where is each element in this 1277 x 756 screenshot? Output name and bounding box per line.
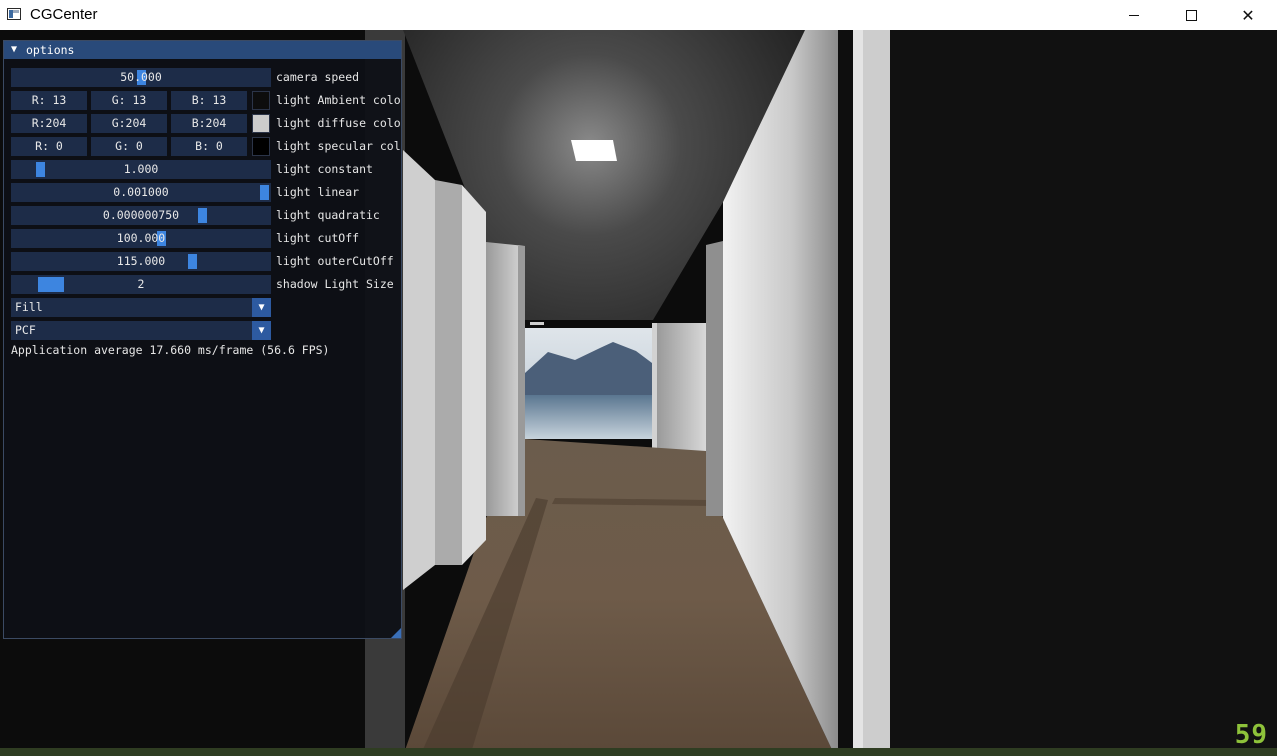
specular-r-field[interactable]: R: 0 (11, 137, 87, 156)
polygon-mode-dropdown[interactable]: Fill ▼ (11, 298, 271, 317)
light-constant-label: light constant (276, 162, 373, 176)
shadow-light-size-slider[interactable]: 2 (11, 275, 271, 294)
ambient-b-field[interactable]: B: 13 (171, 91, 247, 110)
shadow-mode-dropdown[interactable]: PCF ▼ (11, 321, 271, 340)
specular-b-field[interactable]: B: 0 (171, 137, 247, 156)
diffuse-color-label: light diffuse colo (276, 116, 400, 130)
frame-stats-text: Application average 17.660 ms/frame (56.… (11, 343, 330, 357)
fps-counter: 59 (1234, 720, 1268, 750)
maximize-button[interactable] (1162, 0, 1220, 30)
diffuse-color-swatch[interactable] (252, 114, 270, 133)
close-icon: ✕ (1241, 5, 1255, 25)
panel-title: options (26, 43, 75, 57)
panel-header[interactable]: ▼ options (4, 41, 401, 59)
slider-value: 0.000000750 (102, 208, 180, 222)
slider-value: 100.000 (116, 231, 166, 245)
specular-color-label: light specular col (276, 139, 400, 153)
minimize-icon (1129, 14, 1139, 16)
dropdown-value: PCF (15, 323, 36, 337)
light-constant-slider[interactable]: 1.000 (11, 160, 271, 179)
light-linear-label: light linear (276, 185, 360, 199)
light-quadratic-slider[interactable]: 0.000000750 (11, 206, 271, 225)
camera-speed-label: camera speed (276, 70, 360, 84)
light-cutoff-label: light cutOff (276, 231, 360, 245)
app-icon (7, 8, 21, 20)
ambient-color-swatch[interactable] (252, 91, 270, 110)
slider-value: 2 (137, 277, 145, 291)
title-bar: CGCenter ✕ (0, 0, 1277, 30)
slider-value: 0.001000 (113, 185, 169, 199)
dropdown-arrow-icon[interactable]: ▼ (252, 321, 271, 340)
slider-value: 115.000 (116, 254, 166, 268)
collapse-arrow-icon[interactable]: ▼ (11, 44, 17, 55)
specular-color-swatch[interactable] (252, 137, 270, 156)
diffuse-g-field[interactable]: G:204 (91, 114, 167, 133)
dropdown-arrow-icon[interactable]: ▼ (252, 298, 271, 317)
ambient-r-field[interactable]: R: 13 (11, 91, 87, 110)
light-quadratic-label: light quadratic (276, 208, 380, 222)
ambient-g-field[interactable]: G: 13 (91, 91, 167, 110)
close-button[interactable]: ✕ (1219, 0, 1277, 30)
light-cutoff-slider[interactable]: 100.000 (11, 229, 271, 248)
maximize-icon (1185, 9, 1197, 21)
light-linear-slider[interactable]: 0.001000 (11, 183, 271, 202)
window-title: CGCenter (30, 6, 98, 23)
dropdown-value: Fill (15, 300, 43, 314)
light-outer-cutoff-label: light outerCutOff (276, 254, 394, 268)
camera-speed-slider[interactable]: 50.000 (11, 68, 271, 87)
light-outer-cutoff-slider[interactable]: 115.000 (11, 252, 271, 271)
diffuse-r-field[interactable]: R:204 (11, 114, 87, 133)
resize-grip[interactable] (391, 628, 401, 638)
diffuse-b-field[interactable]: B:204 (171, 114, 247, 133)
shadow-light-size-label: shadow Light Size (276, 277, 394, 291)
specular-g-field[interactable]: G: 0 (91, 137, 167, 156)
minimize-button[interactable] (1105, 0, 1163, 30)
slider-value: 50.000 (120, 70, 162, 84)
slider-value: 1.000 (123, 162, 159, 176)
options-panel[interactable]: ▼ options 50.000 camera speed R: 13 G: 1… (3, 40, 402, 639)
ambient-color-label: light Ambient colo (276, 93, 400, 107)
